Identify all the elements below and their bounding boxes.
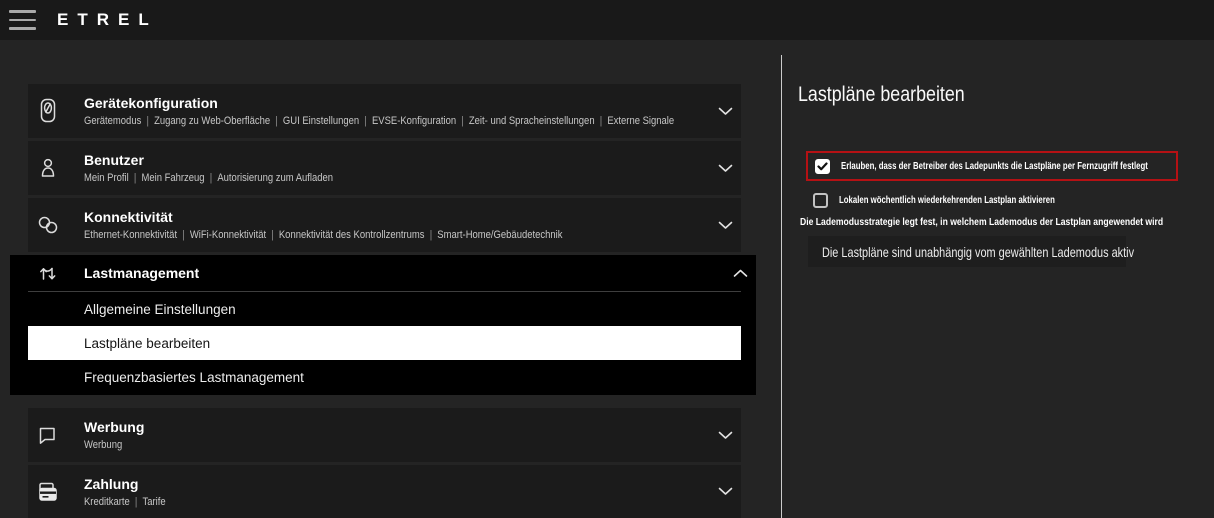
- sidebar-section-benutzer[interactable]: Benutzer Mein Profil|Mein Fahrzeug|Autor…: [28, 141, 741, 195]
- local-plan-setting-row: Lokalen wöchentlich wiederkehrenden Last…: [813, 193, 1116, 208]
- section-title: Benutzer: [84, 152, 374, 168]
- subitem-link[interactable]: Werbung: [84, 439, 122, 451]
- chevron-down-icon[interactable]: [718, 431, 733, 440]
- link-icon: [28, 213, 68, 237]
- subitem-link[interactable]: Tarife: [143, 496, 166, 508]
- page-title: Lastpläne bearbeiten: [798, 83, 965, 107]
- checkmark-icon: [817, 162, 828, 171]
- subitem-separator: |: [129, 172, 142, 184]
- chevron-down-icon[interactable]: [718, 164, 733, 173]
- menu-item-lastplaene-bearbeiten[interactable]: Lastpläne bearbeiten: [28, 326, 741, 360]
- credit-card-icon: [28, 480, 68, 504]
- strategy-value: Die Lastpläne sind unabhängig vom gewähl…: [822, 244, 1134, 260]
- subitem-separator: |: [595, 115, 608, 127]
- strategy-panel: Die Lastpläne sind unabhängig vom gewähl…: [808, 236, 1126, 267]
- subitem-link[interactable]: Zeit- und Spracheinstellungen: [469, 115, 595, 127]
- section-title: Lastmanagement: [84, 265, 199, 281]
- remote-checkbox[interactable]: [815, 159, 830, 174]
- strategy-note: Die Lademodusstrategie legt fest, in wel…: [800, 216, 1163, 228]
- subitem-separator: |: [177, 229, 190, 241]
- subitem-link[interactable]: Autorisierung zum Aufladen: [217, 172, 333, 184]
- subitem-separator: |: [425, 229, 438, 241]
- subitem-separator: |: [266, 229, 279, 241]
- subitem-separator: |: [456, 115, 469, 127]
- chevron-down-icon[interactable]: [718, 221, 733, 230]
- section-title: Gerätekonfiguration: [84, 95, 718, 111]
- subitem-link[interactable]: Zugang zu Web-Oberfläche: [154, 115, 270, 127]
- sidebar-section-konnektivitaet[interactable]: Konnektivität Ethernet-Konnektivität|WiF…: [28, 198, 741, 252]
- section-subitems: Kreditkarte|Tarife: [84, 496, 166, 508]
- subitem-link[interactable]: Gerätemodus: [84, 115, 141, 127]
- sidebar-section-zahlung[interactable]: Zahlung Kreditkarte|Tarife: [28, 465, 741, 518]
- user-icon: [28, 155, 68, 181]
- subitem-separator: |: [270, 115, 283, 127]
- section-subitems: Ethernet-Konnektivität|WiFi-Konnektivitä…: [84, 229, 562, 241]
- subitem-link[interactable]: EVSE-Konfiguration: [372, 115, 456, 127]
- subitem-link[interactable]: Ethernet-Konnektivität: [84, 229, 177, 241]
- menu-item-frequenzbasiertes-lastmanagement[interactable]: Frequenzbasiertes Lastmanagement: [28, 360, 741, 394]
- section-title: Zahlung: [84, 476, 179, 492]
- remote-checkbox-label[interactable]: Erlauben, dass der Betreiber des Ladepun…: [841, 161, 1148, 172]
- local-checkbox[interactable]: [813, 193, 828, 208]
- subitem-link[interactable]: Smart-Home/Gebäudetechnik: [437, 229, 562, 241]
- subitem-link[interactable]: Kreditkarte: [84, 496, 130, 508]
- subitem-separator: |: [205, 172, 218, 184]
- subitem-separator: |: [141, 115, 154, 127]
- sidebar-section-geraetekonfiguration[interactable]: Gerätekonfiguration Gerätemodus|Zugang z…: [28, 84, 741, 138]
- local-checkbox-label[interactable]: Lokalen wöchentlich wiederkehrenden Last…: [839, 195, 1055, 206]
- subitem-separator: |: [359, 115, 372, 127]
- subitem-separator: |: [130, 496, 143, 508]
- section-subitems: Mein Profil|Mein Fahrzeug|Autorisierung …: [84, 172, 333, 184]
- subitem-link[interactable]: Konnektivität des Kontrollzentrums: [279, 229, 425, 241]
- app-window: ETREL Gerätekonfiguration Gerätemodus|Zu…: [0, 0, 1214, 518]
- speech-bubble-icon: [28, 423, 68, 447]
- etrel-logo: ETREL: [57, 10, 158, 30]
- section-subitems: Werbung: [84, 439, 136, 451]
- subitem-link[interactable]: Mein Profil: [84, 172, 129, 184]
- menu-item-allgemeine-einstellungen[interactable]: Allgemeine Einstellungen: [28, 292, 741, 326]
- subitem-link[interactable]: Mein Fahrzeug: [141, 172, 204, 184]
- sidebar-section-werbung[interactable]: Werbung Werbung: [28, 408, 741, 462]
- subitem-link[interactable]: Externe Signale: [607, 115, 674, 127]
- content-divider: [781, 55, 782, 518]
- top-bar: ETREL: [0, 0, 1214, 40]
- section-subitems: Gerätemodus|Zugang zu Web-Oberfläche|GUI…: [84, 115, 629, 127]
- highlighted-setting-box: Erlauben, dass der Betreiber des Ladepun…: [806, 151, 1178, 181]
- load-arrows-icon: [28, 263, 68, 283]
- subitem-link[interactable]: WiFi-Konnektivität: [190, 229, 266, 241]
- device-icon: [28, 97, 68, 125]
- subitem-link[interactable]: GUI Einstellungen: [283, 115, 359, 127]
- section-title: Werbung: [84, 419, 144, 435]
- sidebar-section-lastmanagement: Lastmanagement Allgemeine Einstellungen …: [10, 255, 756, 395]
- chevron-down-icon[interactable]: [718, 487, 733, 496]
- lastmanagement-header[interactable]: Lastmanagement: [10, 255, 756, 291]
- chevron-up-icon[interactable]: [733, 269, 748, 278]
- section-title: Konnektivität: [84, 209, 640, 225]
- chevron-down-icon[interactable]: [718, 107, 733, 116]
- hamburger-menu-icon[interactable]: [9, 10, 36, 30]
